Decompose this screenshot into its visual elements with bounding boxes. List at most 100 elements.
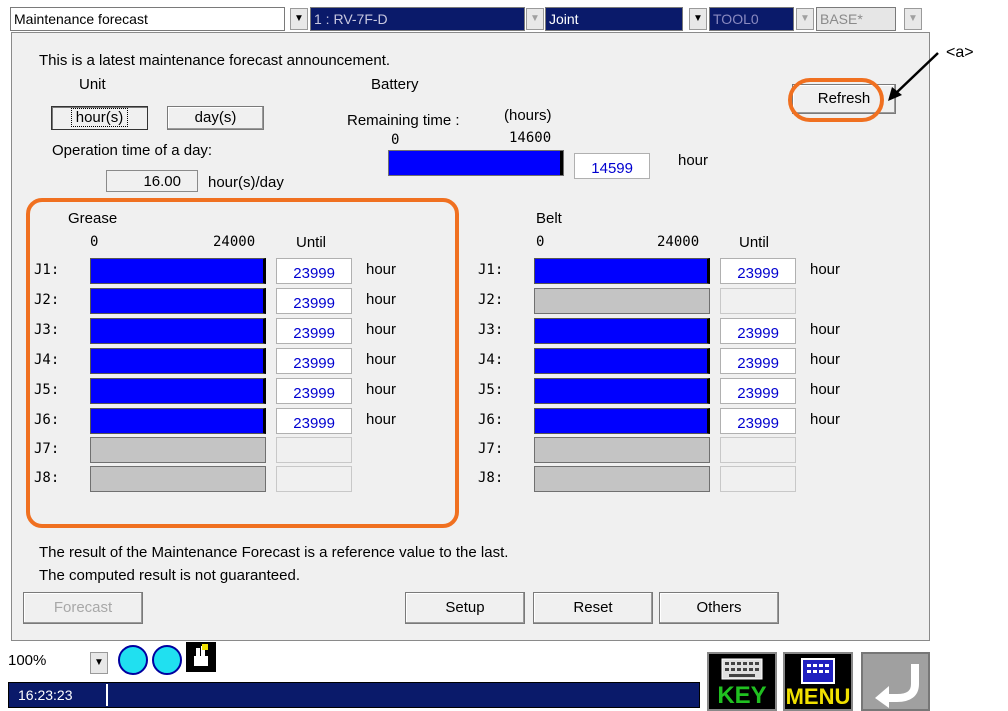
- grease-until-label: Until: [296, 234, 327, 251]
- hand-servo-icon[interactable]: [186, 642, 216, 672]
- menu-label: MENU: [785, 684, 851, 709]
- unit-hours-button[interactable]: hour(s): [51, 106, 148, 130]
- until-value-field: 23999: [276, 348, 352, 374]
- reset-button[interactable]: Reset: [533, 592, 653, 624]
- until-unit: hour: [366, 351, 397, 368]
- zoom-dropdown-icon[interactable]: ▼: [90, 652, 108, 674]
- life-bar: [90, 348, 266, 374]
- until-value-field: 23999: [720, 378, 796, 404]
- until-unit: hour: [366, 381, 397, 398]
- life-bar: [534, 288, 710, 314]
- joint-label: J4:: [478, 352, 504, 368]
- grease-title: Grease: [68, 210, 118, 227]
- refresh-highlight: [788, 78, 884, 122]
- until-unit: hour: [366, 321, 397, 338]
- jog-mode-select[interactable]: Joint: [545, 7, 683, 31]
- until-value-field: [276, 437, 352, 463]
- until-value-field: [276, 466, 352, 492]
- unit-label: Unit: [79, 76, 106, 93]
- life-bar: [90, 437, 266, 463]
- joint-label: J2:: [34, 292, 60, 308]
- clock: 16:23:23: [10, 684, 108, 706]
- others-button[interactable]: Others: [659, 592, 779, 624]
- life-bar: [90, 378, 266, 404]
- life-bar: [534, 437, 710, 463]
- grease-scale-max: 24000: [213, 234, 256, 250]
- until-value-field: 23999: [276, 288, 352, 314]
- tool-select[interactable]: TOOL0: [709, 7, 794, 31]
- joint-label: J2:: [478, 292, 504, 308]
- key-button[interactable]: KEY: [707, 652, 777, 711]
- joint-label: J6:: [34, 412, 60, 428]
- callout-arrow-icon: [888, 52, 939, 101]
- until-value-field: 23999: [720, 408, 796, 434]
- life-bar: [534, 408, 710, 434]
- status-bar: [8, 682, 700, 708]
- belt-title: Belt: [536, 210, 562, 227]
- joint-label: J7:: [478, 441, 504, 457]
- zoom-select[interactable]: 100%: [8, 648, 90, 674]
- keyboard-icon: [721, 658, 763, 680]
- joint-label: J6:: [478, 412, 504, 428]
- battery-gauge: [388, 150, 564, 176]
- battery-scale-min: 0: [391, 132, 400, 148]
- unit-hours-label: hour(s): [70, 108, 129, 127]
- life-bar: [90, 258, 266, 284]
- until-unit: hour: [366, 291, 397, 308]
- until-unit: hour: [810, 351, 841, 368]
- joint-label: J5:: [478, 382, 504, 398]
- forecast-button[interactable]: Forecast: [23, 592, 143, 624]
- life-bar: [534, 318, 710, 344]
- footer-note-2: The computed result is not guaranteed.: [39, 567, 300, 584]
- footer-note-1: The result of the Maintenance Forecast i…: [39, 544, 509, 561]
- battery-units: (hours): [504, 107, 552, 124]
- life-bar: [90, 288, 266, 314]
- battery-title: Battery: [371, 76, 419, 93]
- life-bar: [90, 466, 266, 492]
- battery-value-field: 14599: [574, 153, 650, 179]
- life-bar: [534, 348, 710, 374]
- belt-scale-min: 0: [536, 234, 545, 250]
- belt-until-label: Until: [739, 234, 770, 251]
- until-value-field: 23999: [720, 258, 796, 284]
- life-bar: [90, 318, 266, 344]
- screen-select-dropdown-icon[interactable]: ▼: [290, 8, 308, 30]
- until-value-field: 23999: [276, 258, 352, 284]
- joint-label: J7:: [34, 441, 60, 457]
- menu-grid-icon: [801, 658, 835, 684]
- status-lamp-1-icon: [118, 645, 148, 675]
- menu-button[interactable]: MENU: [783, 652, 853, 711]
- joint-label: J8:: [34, 470, 60, 486]
- robot-select-dropdown-icon[interactable]: ▼: [526, 8, 544, 30]
- setup-button[interactable]: Setup: [405, 592, 525, 624]
- status-lamp-2-icon: [152, 645, 182, 675]
- until-value-field: [720, 288, 796, 314]
- life-bar: [534, 466, 710, 492]
- until-value-field: [720, 466, 796, 492]
- until-unit: hour: [810, 381, 841, 398]
- announcement-text: This is a latest maintenance forecast an…: [39, 52, 391, 69]
- joint-label: J4:: [34, 352, 60, 368]
- life-bar: [90, 408, 266, 434]
- until-unit: hour: [366, 411, 397, 428]
- key-label: KEY: [717, 682, 767, 709]
- base-dropdown-icon[interactable]: ▼: [904, 8, 922, 30]
- callout-label: <a>: [946, 44, 974, 61]
- until-unit: hour: [810, 411, 841, 428]
- op-time-field[interactable]: 16.00: [106, 170, 198, 192]
- belt-scale-max: 24000: [657, 234, 700, 250]
- battery-scale-max: 14600: [509, 130, 552, 146]
- screen-select[interactable]: Maintenance forecast: [10, 7, 285, 31]
- life-bar: [534, 258, 710, 284]
- base-select[interactable]: BASE*: [816, 7, 896, 31]
- tool-dropdown-icon[interactable]: ▼: [796, 8, 814, 30]
- jog-mode-dropdown-icon[interactable]: ▼: [689, 8, 707, 30]
- battery-gauge-fill: [389, 151, 563, 175]
- joint-label: J1:: [478, 262, 504, 278]
- unit-days-button[interactable]: day(s): [167, 106, 264, 130]
- battery-remaining-label: Remaining time :: [347, 112, 460, 129]
- robot-select[interactable]: 1 : RV-7F-D: [310, 7, 525, 31]
- joint-label: J3:: [478, 322, 504, 338]
- until-value-field: [720, 437, 796, 463]
- back-button[interactable]: [861, 652, 930, 711]
